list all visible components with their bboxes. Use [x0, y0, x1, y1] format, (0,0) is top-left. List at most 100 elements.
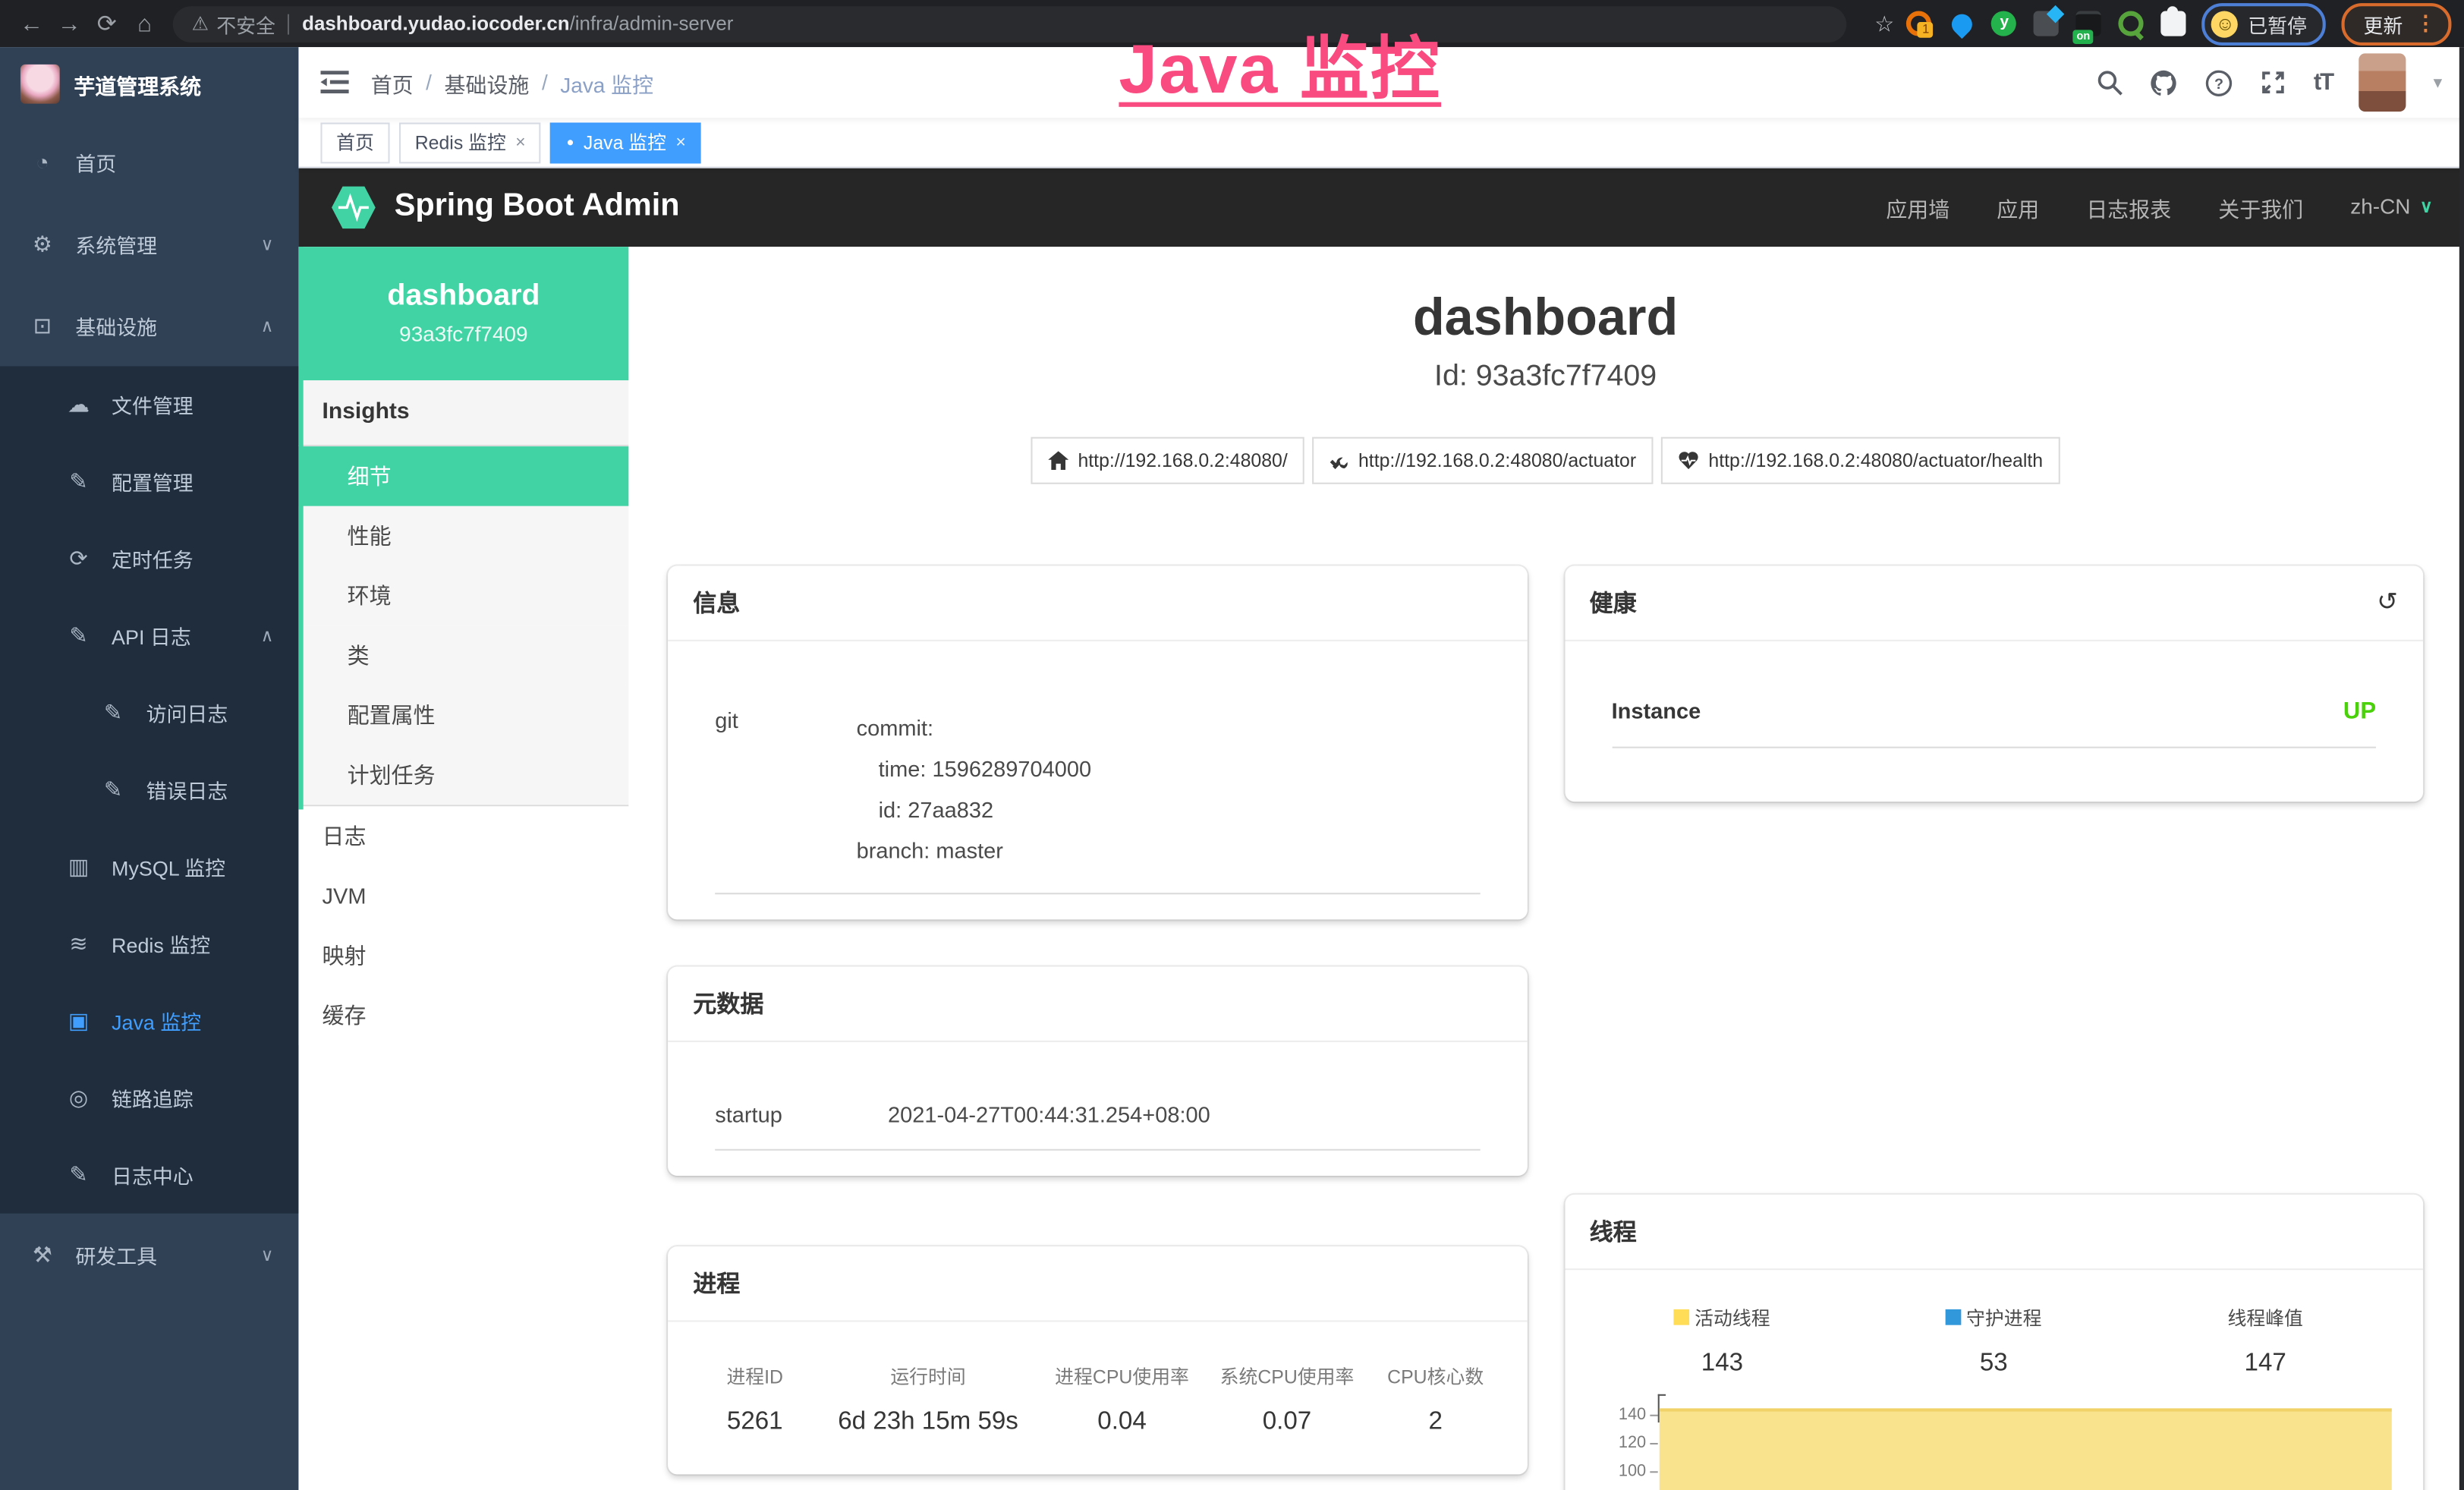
close-icon[interactable]: ×: [515, 133, 525, 152]
link-label: http://192.168.0.2:48080/actuator/health: [1708, 449, 2043, 471]
sidebar-item-infra[interactable]: ⊡ 基础设施 ∧: [0, 285, 298, 367]
threads-chart: 140 120 100: [1586, 1400, 2401, 1490]
sidebar-item-mysql-monitor[interactable]: ▥ MySQL 监控: [0, 828, 298, 905]
search-icon[interactable]: [2097, 69, 2123, 96]
process-col-header: CPU核心数: [1370, 1353, 1502, 1408]
sidebar-item-scheduled-jobs[interactable]: ⟳ 定时任务: [0, 520, 298, 597]
sba-item-jvm[interactable]: JVM: [298, 866, 628, 926]
sba-item-environment[interactable]: 环境: [298, 565, 628, 625]
tab-label: Redis 监控: [415, 129, 506, 156]
instance-header[interactable]: dashboard 93a3fc7f7409: [298, 247, 628, 380]
health-card-title: 健康: [1590, 586, 1637, 619]
app-logo-row[interactable]: 芋道管理系统: [0, 47, 298, 121]
sidebar-item-system[interactable]: ⚙ 系统管理 ∨: [0, 203, 298, 285]
tab-java-monitor[interactable]: ● Java 监控 ×: [551, 122, 702, 163]
home-icon: [1048, 451, 1068, 470]
sba-nav-about[interactable]: 关于我们: [2218, 192, 2303, 223]
address-bar[interactable]: ⚠ 不安全 dashboard.yudao.iocoder.cn /infra/…: [173, 5, 1846, 42]
sba-item-caches[interactable]: 缓存: [298, 985, 628, 1045]
log-edit-icon: ✎: [66, 622, 91, 649]
close-icon[interactable]: ×: [675, 133, 685, 152]
sba-item-metrics[interactable]: 性能: [298, 506, 628, 566]
extension-switch-icon[interactable]: on: [2076, 11, 2101, 36]
sba-item-config-props[interactable]: 配置属性: [298, 685, 628, 745]
sba-item-classes[interactable]: 类: [298, 625, 628, 685]
home-icon[interactable]: ⌂: [126, 10, 164, 36]
breadcrumb-home[interactable]: 首页: [371, 67, 414, 98]
sba-item-mappings[interactable]: 映射: [298, 926, 628, 986]
process-table: 进程ID 5261 运行时间 6d 23h 15m 59s: [690, 1337, 1505, 1462]
service-url-link[interactable]: http://192.168.0.2:48080/: [1031, 437, 1304, 484]
sidebar-item-access-log[interactable]: ✎ 访问日志: [0, 674, 298, 751]
tab-home[interactable]: 首页: [320, 122, 389, 163]
sidebar-item-log-center[interactable]: ✎ 日志中心: [0, 1136, 298, 1213]
paused-label: 已暂停: [2248, 8, 2307, 38]
bookmark-star-icon[interactable]: ☆: [1874, 10, 1894, 36]
locale-select[interactable]: zh-CN ∨: [2350, 196, 2432, 219]
sidebar-item-label: 定时任务: [112, 543, 194, 573]
tab-redis-monitor[interactable]: Redis 监控 ×: [399, 122, 541, 163]
legend-value: 53: [1858, 1350, 2129, 1378]
sidebar-item-config-manage[interactable]: ✎ 配置管理: [0, 443, 298, 520]
status-badge: UP: [2343, 698, 2376, 724]
github-icon[interactable]: [2150, 68, 2178, 96]
sba-sidebar: dashboard 93a3fc7f7409 Insights 细节 性能 环境…: [298, 247, 628, 1490]
help-icon[interactable]: ?: [2205, 68, 2233, 96]
tags-view-bar: 首页 Redis 监控 × ● Java 监控 ×: [298, 118, 2464, 169]
chrome-update-button[interactable]: 更新 ⋮: [2341, 2, 2451, 45]
sba-nav-wallboard[interactable]: 应用墙: [1886, 192, 1949, 223]
extensions-area: 1 y on: [1907, 11, 2187, 36]
not-secure-label[interactable]: 不安全: [216, 8, 275, 38]
sidebar-item-home[interactable]: ◔ 首页: [0, 121, 298, 203]
page-title: dashboard: [668, 288, 2423, 348]
sba-item-scheduled-tasks[interactable]: 计划任务: [298, 745, 628, 805]
sba-nav-applications[interactable]: 应用: [1997, 192, 2039, 223]
url-path: /infra/admin-server: [570, 13, 734, 35]
not-secure-warning-icon: ⚠: [192, 13, 209, 35]
extension-seo-icon[interactable]: [2119, 11, 2144, 36]
sidebar-item-trace[interactable]: ◎ 链路追踪: [0, 1060, 298, 1136]
sidebar-item-dev-tools[interactable]: ⚒ 研发工具 ∨: [0, 1214, 298, 1296]
breadcrumb-separator: /: [426, 71, 432, 94]
sidebar-item-redis-monitor[interactable]: ≋ Redis 监控: [0, 906, 298, 982]
back-icon[interactable]: ←: [13, 10, 51, 36]
sba-brand[interactable]: Spring Boot Admin: [330, 184, 680, 231]
extension-colorzilla-icon[interactable]: 1: [1907, 11, 1932, 36]
browser-menu-icon[interactable]: ⋮: [2415, 11, 2436, 36]
sidebar-collapse-icon[interactable]: [320, 71, 348, 94]
extension-y-icon[interactable]: y: [1992, 11, 2017, 36]
extensions-puzzle-icon[interactable]: [2161, 11, 2186, 36]
actuator-url-link[interactable]: http://192.168.0.2:48080/actuator: [1313, 437, 1654, 484]
info-git-row: git commit: time: 1596289704000 id: 27aa…: [693, 666, 1501, 893]
health-url-link[interactable]: http://192.168.0.2:48080/actuator/health: [1661, 437, 2060, 484]
breadcrumb-infra[interactable]: 基础设施: [445, 67, 530, 98]
sidebar-section-insights[interactable]: Insights: [298, 380, 628, 446]
extension-grid-icon[interactable]: [2034, 11, 2060, 36]
process-col-header: 进程ID: [693, 1353, 817, 1408]
sidebar-item-label: 日志中心: [112, 1160, 194, 1189]
sidebar-item-label: 首页: [75, 147, 116, 177]
reload-icon[interactable]: ⟳: [88, 9, 126, 37]
font-size-icon[interactable]: tT: [2314, 69, 2333, 96]
extension-pin-icon[interactable]: [1949, 11, 1975, 36]
sidebar-item-file-manage[interactable]: ☁ 文件管理: [0, 366, 298, 443]
sidebar-item-java-monitor[interactable]: ▣ Java 监控: [0, 982, 298, 1059]
avatar[interactable]: [2359, 54, 2406, 112]
legend-value: 143: [1586, 1350, 1858, 1378]
profile-avatar-emoji: ☺: [2212, 10, 2239, 36]
gear-icon: ⚙: [30, 230, 55, 257]
sba-item-logs[interactable]: 日志: [298, 806, 628, 866]
avatar-caret-icon[interactable]: ▾: [2434, 72, 2442, 93]
history-icon[interactable]: ↺: [2377, 587, 2398, 618]
sba-item-details[interactable]: 细节: [298, 446, 628, 506]
monitor-icon: ▣: [66, 1007, 91, 1034]
sidebar-item-error-log[interactable]: ✎ 错误日志: [0, 751, 298, 828]
forward-icon[interactable]: →: [50, 10, 88, 36]
process-col-value: 6d 23h 15m 59s: [817, 1408, 1040, 1458]
fullscreen-icon[interactable]: [2260, 69, 2286, 96]
chevron-down-icon: ∨: [261, 234, 274, 254]
info-key: git: [715, 707, 856, 871]
sba-nav-journal[interactable]: 日志报表: [2086, 192, 2171, 223]
profile-paused-badge[interactable]: ☺ 已暂停: [2202, 2, 2326, 45]
sidebar-item-api-log[interactable]: ✎ API 日志 ∧: [0, 597, 298, 674]
